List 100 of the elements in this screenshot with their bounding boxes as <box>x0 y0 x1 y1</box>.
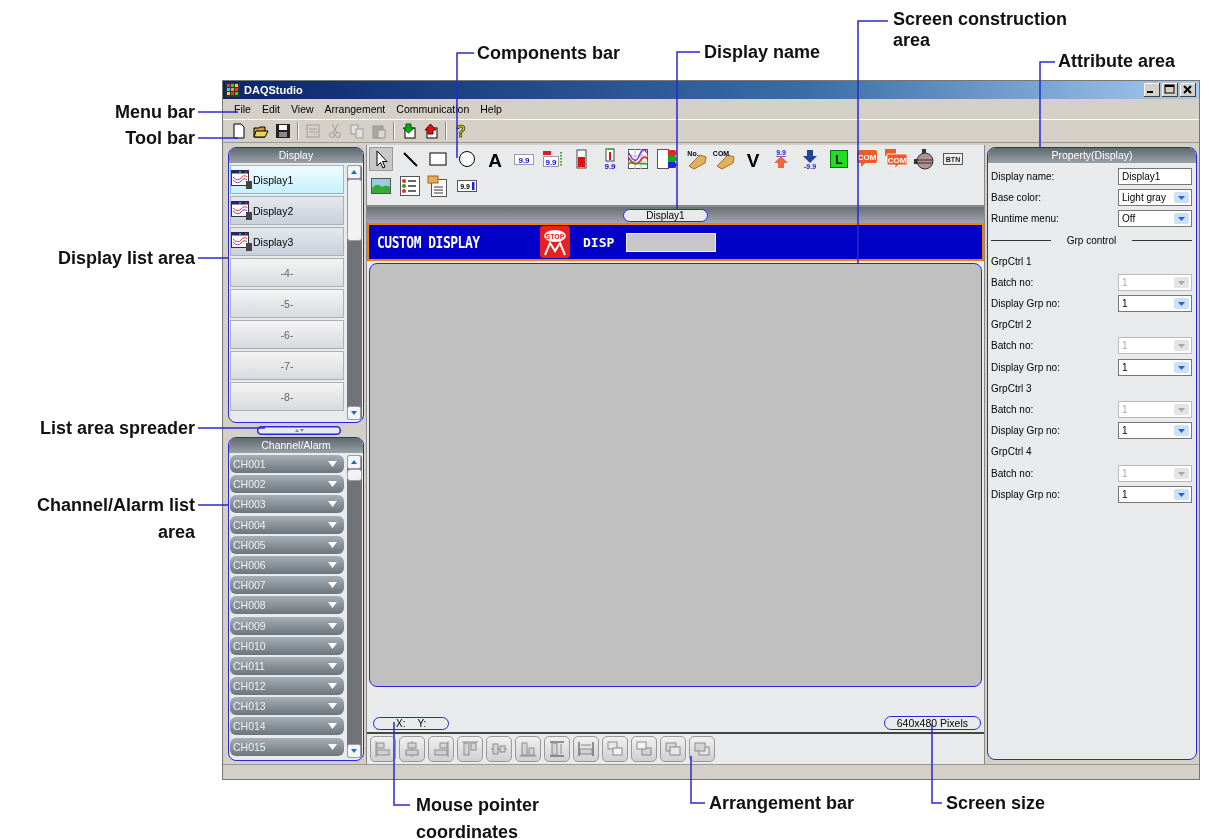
panel-header: Property(Display) <box>988 148 1196 163</box>
group-heading: GrpCtrl 4 <box>991 446 1032 458</box>
numbered-list-icon[interactable] <box>397 174 422 198</box>
dropdown[interactable]: Off <box>1118 210 1192 228</box>
pointer-coordinates: X: Y: <box>373 717 450 730</box>
align-bottom-icon <box>518 739 538 759</box>
scroll-down-icon[interactable] <box>347 744 361 758</box>
folder-icon[interactable] <box>253 123 269 139</box>
menu-item[interactable]: Arrangement <box>319 103 392 115</box>
menu-item[interactable]: Help <box>475 103 508 115</box>
dropdown[interactable]: 1 <box>1118 295 1192 313</box>
align-top-icon <box>460 739 480 759</box>
scroll-up-icon[interactable] <box>347 455 361 469</box>
field-label: Batch no: <box>991 340 1034 352</box>
field-label: Base color: <box>991 192 1042 204</box>
scroll-thumb[interactable] <box>347 179 362 241</box>
field-label: Display Grp no: <box>991 298 1060 310</box>
alarm-list-icon[interactable] <box>654 147 679 171</box>
caret-icon <box>327 682 338 691</box>
display-list-item[interactable]: -8- <box>230 382 344 411</box>
display-list-item[interactable]: Display2 <box>230 196 344 225</box>
menu-item[interactable]: Edit <box>256 103 286 115</box>
group-heading: GrpCtrl 2 <box>991 319 1032 331</box>
caret-icon <box>327 641 338 650</box>
backward-icon <box>692 739 712 759</box>
display-icon <box>231 200 253 221</box>
text-input[interactable]: Display1 <box>1118 168 1192 186</box>
dropdown[interactable]: 1 <box>1118 422 1192 440</box>
dropdown: 1 <box>1118 400 1192 418</box>
dropdown: 1 <box>1118 464 1192 482</box>
align-left-icon <box>373 739 393 759</box>
caret-icon <box>327 480 338 489</box>
align-right-icon <box>431 739 451 759</box>
leader-line <box>197 427 266 429</box>
menu-item[interactable]: View <box>286 103 320 115</box>
callout-label: Display name <box>704 41 821 64</box>
callout-label: Mouse pointer coordinates <box>416 794 540 839</box>
display-icon <box>231 231 253 252</box>
callout-label: Components bar <box>477 42 620 65</box>
send-back-icon <box>634 739 654 759</box>
minimize-button[interactable] <box>1144 83 1160 97</box>
callout-label: Arrangement bar <box>709 792 855 815</box>
arrow-cursor-icon[interactable] <box>369 147 393 171</box>
group-heading: GrpCtrl 1 <box>991 255 1032 267</box>
forward-icon <box>663 739 683 759</box>
menu-item[interactable]: File <box>229 103 257 115</box>
spreader-handle[interactable] <box>257 425 341 435</box>
field-label: Display Grp no: <box>991 361 1060 373</box>
field-label: Display Grp no: <box>991 425 1060 437</box>
close-button[interactable] <box>1180 83 1196 97</box>
maximize-button[interactable] <box>1162 83 1178 97</box>
scroll-down-icon[interactable] <box>347 406 361 420</box>
leader-line <box>197 137 239 139</box>
callout-label: Attribute area <box>1058 51 1176 72</box>
caret-icon <box>327 722 338 731</box>
caret-icon <box>327 500 338 509</box>
field-label: Batch no: <box>991 276 1034 288</box>
trend-graph-icon[interactable] <box>626 147 651 171</box>
callout-label: Screen construction area <box>893 9 1069 51</box>
knob-icon[interactable] <box>912 147 937 171</box>
leader-line <box>690 755 706 804</box>
panel-header: Display <box>229 148 363 163</box>
dropdown[interactable]: Light gray <box>1118 189 1192 207</box>
dropdown: 1 <box>1118 337 1192 355</box>
display-list-item[interactable]: -6- <box>230 320 344 349</box>
dropdown[interactable]: 1 <box>1118 485 1192 503</box>
display-list-item[interactable]: -4- <box>230 258 344 287</box>
display-list-item[interactable]: -5- <box>230 289 344 318</box>
window-title: DAQStudio <box>244 84 304 96</box>
panel-header: Channel/Alarm <box>229 438 363 453</box>
app-icon <box>226 83 240 97</box>
header-title: CUSTOM DISPLAY <box>377 233 481 251</box>
upload-icon[interactable] <box>423 123 439 139</box>
scroll-thumb[interactable] <box>347 469 362 481</box>
screen-size-label: 640x480 Pixels <box>883 716 981 730</box>
scrollbar[interactable] <box>347 455 362 758</box>
display-list-item[interactable]: Display1 <box>230 165 344 194</box>
new-file-icon[interactable] <box>231 123 247 139</box>
same-width-icon <box>576 739 596 759</box>
display-icon <box>231 169 253 190</box>
bring-front-icon <box>605 739 625 759</box>
callout-label: Tool bar <box>125 127 195 150</box>
field-label: Batch no: <box>991 467 1034 479</box>
caret-icon <box>327 460 338 468</box>
same-height-icon <box>547 739 567 759</box>
display-list-item[interactable]: -7- <box>230 351 344 380</box>
field-label: Display name: <box>991 171 1055 183</box>
caret-icon <box>327 581 338 590</box>
download-icon[interactable] <box>401 123 417 139</box>
scrollbar[interactable] <box>347 165 362 420</box>
callout-label: Channel/Alarm list area <box>35 494 195 544</box>
field-label: Display Grp no: <box>991 488 1060 500</box>
scroll-up-icon[interactable] <box>347 165 361 179</box>
caret-icon <box>327 621 338 630</box>
caret-icon <box>327 560 338 569</box>
caret-icon <box>327 742 338 751</box>
dropdown[interactable]: 1 <box>1118 358 1192 376</box>
display-list-item[interactable]: Display3 <box>230 227 344 256</box>
field-label: Batch no: <box>991 403 1034 415</box>
display-name-tab[interactable]: Display1 <box>623 208 708 222</box>
